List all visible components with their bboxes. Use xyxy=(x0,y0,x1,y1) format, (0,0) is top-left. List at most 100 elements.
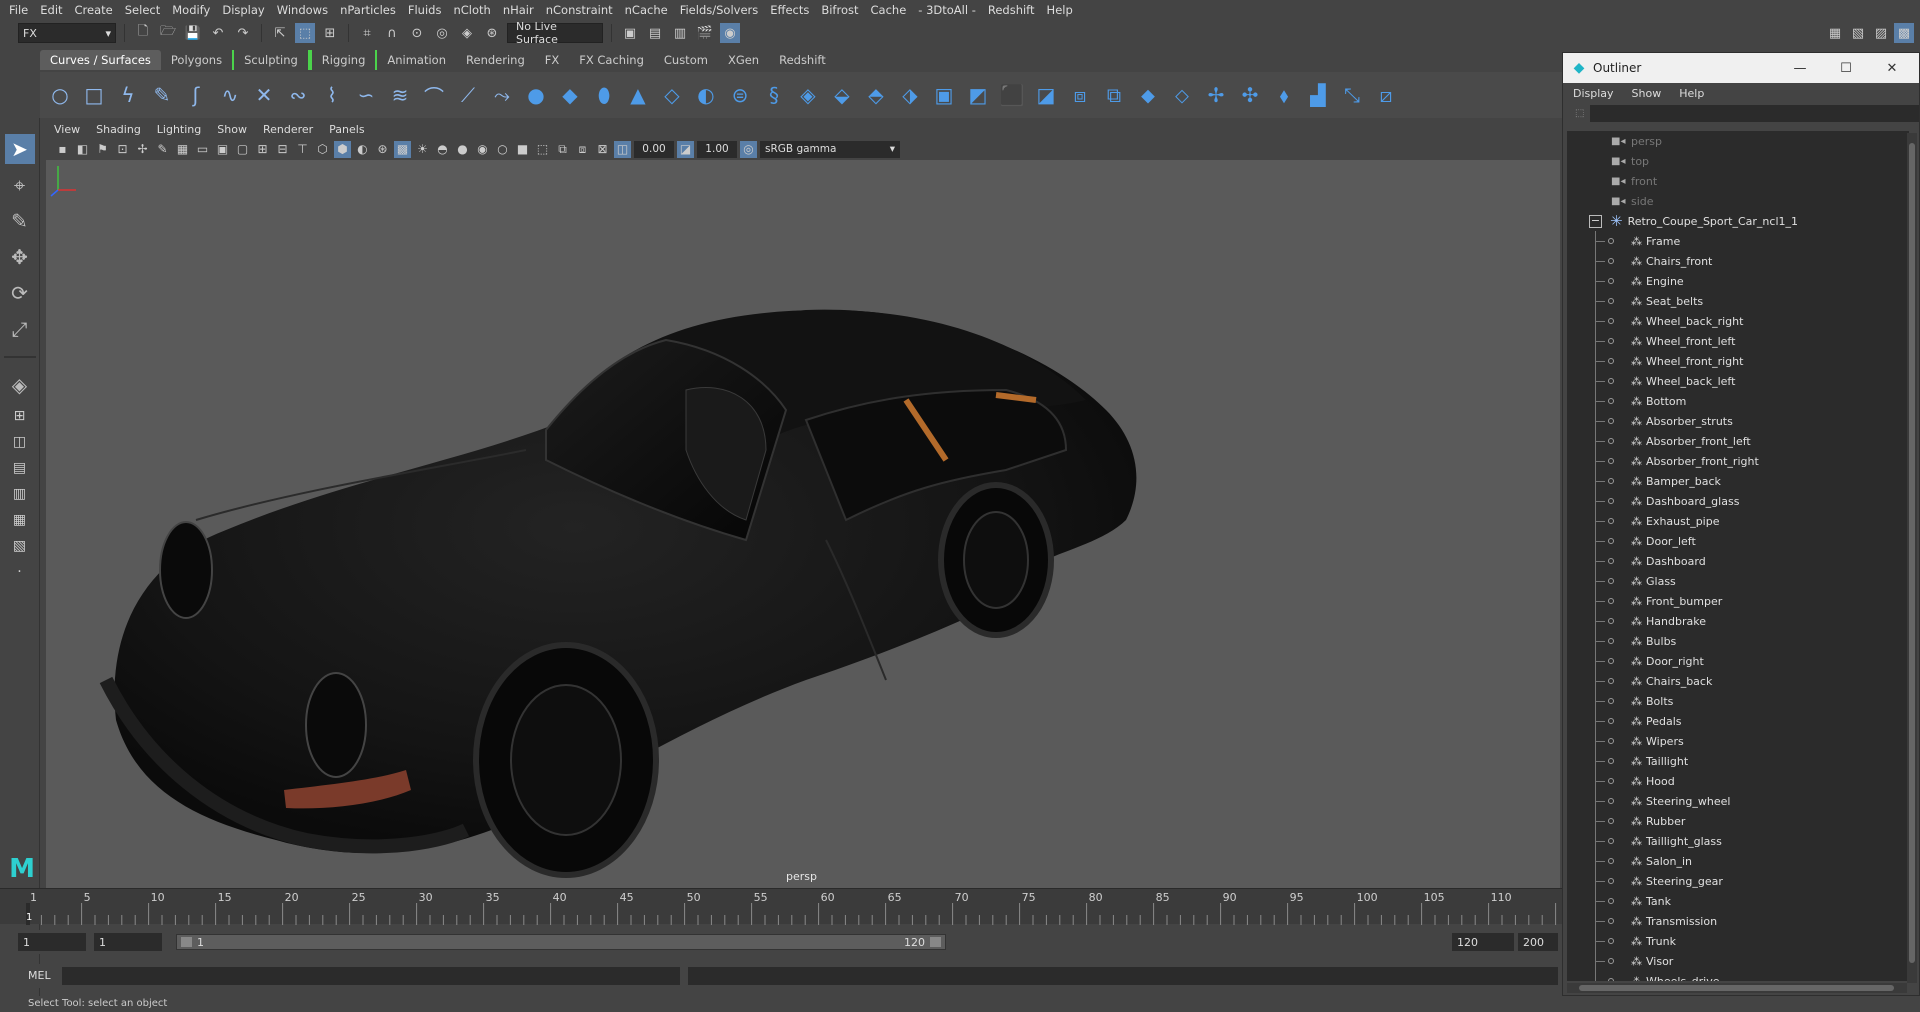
panel-menu-item-3[interactable]: Show xyxy=(217,123,257,136)
outliner-child-row[interactable]: ⁂ Steering_wheel xyxy=(1567,791,1909,811)
open-close-surface-icon[interactable]: ✢ xyxy=(1202,81,1230,109)
expand-dot-icon[interactable] xyxy=(1608,418,1614,424)
exposure-icon[interactable]: ◫ xyxy=(614,140,631,158)
move-tool-icon[interactable]: ✥ xyxy=(5,242,35,272)
outliner-child-row[interactable]: ⁂ Absorber_front_left xyxy=(1567,431,1909,451)
snap-point-icon[interactable]: ⊙ xyxy=(407,23,427,43)
boundary-icon[interactable]: ⬗ xyxy=(896,81,924,109)
curve-detach-icon[interactable]: ⌇ xyxy=(318,81,346,109)
cv-curve-icon[interactable]: ϟ xyxy=(114,81,142,109)
outliner-child-row[interactable]: ⁂ Taillight_glass xyxy=(1567,831,1909,851)
nurbs-square-icon[interactable]: □ xyxy=(80,81,108,109)
more-layouts-icon[interactable]: · xyxy=(5,562,35,582)
outliner-child-row[interactable]: ⁂ Visor xyxy=(1567,951,1909,971)
safe-title-icon[interactable]: ⊤ xyxy=(294,141,311,158)
outliner-vertical-scrollbar[interactable] xyxy=(1907,133,1917,983)
scale-tool-icon[interactable]: ⤢ xyxy=(5,314,35,344)
expand-dot-icon[interactable] xyxy=(1608,238,1614,244)
menu-item-3[interactable]: Select xyxy=(122,3,169,17)
grease-pencil-icon[interactable]: ✎ xyxy=(154,141,171,158)
outliner-child-row[interactable]: ⁂ Steering_gear xyxy=(1567,871,1909,891)
shelf-tab-7[interactable]: FX Caching xyxy=(569,50,654,70)
expand-dot-icon[interactable] xyxy=(1608,558,1614,564)
outliner-child-row[interactable]: ⁂ Taillight xyxy=(1567,751,1909,771)
untrim-icon[interactable]: ⧉ xyxy=(1100,81,1128,109)
outliner-titlebar[interactable]: ◆ Outliner — ☐ ✕ xyxy=(1563,53,1919,83)
expand-dot-icon[interactable] xyxy=(1608,258,1614,264)
motion-blur-icon[interactable]: ◉ xyxy=(474,141,491,158)
multisample-aa-icon[interactable]: ○ xyxy=(494,141,511,158)
nurbs-cone-icon[interactable]: ▲ xyxy=(624,81,652,109)
outliner-child-row[interactable]: ⁂ Salon_in xyxy=(1567,851,1909,871)
film-gate-icon[interactable]: ▭ xyxy=(194,141,211,158)
range-start-handle[interactable] xyxy=(181,937,192,947)
loft-icon[interactable]: § xyxy=(760,81,788,109)
curve-attach-icon[interactable]: ∾ xyxy=(284,81,312,109)
insert-isoparm-icon[interactable]: ✣ xyxy=(1236,81,1264,109)
camera-attributes-icon[interactable]: ◧ xyxy=(74,141,91,158)
expand-dot-icon[interactable] xyxy=(1608,958,1614,964)
expand-dot-icon[interactable] xyxy=(1608,858,1614,864)
channel-box-icon[interactable]: ▧ xyxy=(1848,23,1868,43)
use-all-lights-icon[interactable]: ☀ xyxy=(414,141,431,158)
shadows-icon[interactable]: ◓ xyxy=(434,141,451,158)
animation-start-field[interactable]: 1 xyxy=(18,933,86,951)
wireframe-icon[interactable]: ⬡ xyxy=(314,141,331,158)
nurbs-circle-icon[interactable]: ○ xyxy=(46,81,74,109)
shelf-tab-3[interactable]: Rigging xyxy=(309,50,378,70)
four-view-layout-icon[interactable]: ⊞ xyxy=(5,406,35,426)
isolate-select-icon[interactable]: ⬚ xyxy=(534,141,551,158)
menu-item-0[interactable]: File xyxy=(6,3,37,17)
menu-item-11[interactable]: nConstraint xyxy=(543,3,622,17)
outliner-child-row[interactable]: ⁂ Glass xyxy=(1567,571,1909,591)
shelf-tab-10[interactable]: Redshift xyxy=(769,50,836,70)
outliner-child-row[interactable]: ⁂ Wheels_drive xyxy=(1567,971,1909,981)
outliner-child-row[interactable]: ⁂ Dashboard xyxy=(1567,551,1909,571)
hypershade-icon[interactable]: ◉ xyxy=(720,23,740,43)
shelf-tab-1[interactable]: Polygons xyxy=(161,50,232,70)
exposure-field[interactable]: 0.00 xyxy=(634,140,674,158)
menu-item-12[interactable]: nCache xyxy=(622,3,677,17)
outliner-layout-icon[interactable]: ▤ xyxy=(5,458,35,478)
expand-dot-icon[interactable] xyxy=(1608,738,1614,744)
expand-dot-icon[interactable] xyxy=(1608,338,1614,344)
resolution-gate-icon[interactable]: ▣ xyxy=(214,141,231,158)
detach-surface-icon[interactable]: ⬦ xyxy=(1168,81,1196,109)
menu-item-5[interactable]: Display xyxy=(219,3,273,17)
render-frame-icon[interactable]: 🎬 xyxy=(695,23,715,43)
menu-item-19[interactable]: Help xyxy=(1044,3,1082,17)
outliner-child-row[interactable]: ⁂ Wheel_front_left xyxy=(1567,331,1909,351)
menu-item-7[interactable]: nParticles xyxy=(337,3,405,17)
depth-of-field-icon[interactable]: ■ xyxy=(514,141,531,158)
curve-rebuild-icon[interactable]: ∽ xyxy=(352,81,380,109)
menu-item-10[interactable]: nHair xyxy=(500,3,543,17)
panel-menu-item-4[interactable]: Renderer xyxy=(263,123,323,136)
smooth-shade-icon[interactable]: ⬢ xyxy=(334,140,351,158)
menu-item-15[interactable]: Bifrost xyxy=(818,3,867,17)
menu-set-dropdown[interactable]: FX ▾ xyxy=(18,23,116,43)
menu-item-14[interactable]: Effects xyxy=(767,3,818,17)
outliner-camera-row[interactable]: ■◂ front xyxy=(1567,171,1909,191)
bookmark-icon[interactable]: ⚑ xyxy=(94,141,111,158)
playback-end-field[interactable]: 120 xyxy=(1452,933,1514,951)
outliner-child-row[interactable]: ⁂ Wheel_front_right xyxy=(1567,351,1909,371)
expand-dot-icon[interactable] xyxy=(1608,638,1614,644)
outliner-child-row[interactable]: ⁂ Seat_belts xyxy=(1567,291,1909,311)
expand-dot-icon[interactable] xyxy=(1608,878,1614,884)
layout-icon[interactable]: ▦ xyxy=(1825,23,1845,43)
shelf-tab-2[interactable]: Sculpting xyxy=(232,50,310,70)
snap-pivot-icon[interactable]: ⊛ xyxy=(482,23,502,43)
select-object-icon[interactable]: ⬚ xyxy=(295,23,315,43)
expand-dot-icon[interactable] xyxy=(1608,458,1614,464)
menu-item-18[interactable]: Redshift xyxy=(985,3,1044,17)
expand-dot-icon[interactable] xyxy=(1608,518,1614,524)
gamma-field[interactable]: 1.00 xyxy=(697,140,737,158)
outliner-child-row[interactable]: ⁂ Door_right xyxy=(1567,651,1909,671)
expand-dot-icon[interactable] xyxy=(1608,978,1614,981)
curve-intersect-icon[interactable]: ✕ xyxy=(250,81,278,109)
ep-curve-icon[interactable]: ʃ xyxy=(182,81,210,109)
shelf-tab-8[interactable]: Custom xyxy=(654,50,718,70)
menu-item-9[interactable]: nCloth xyxy=(450,3,499,17)
expand-dot-icon[interactable] xyxy=(1608,578,1614,584)
field-chart-icon[interactable]: ⊞ xyxy=(254,141,271,158)
